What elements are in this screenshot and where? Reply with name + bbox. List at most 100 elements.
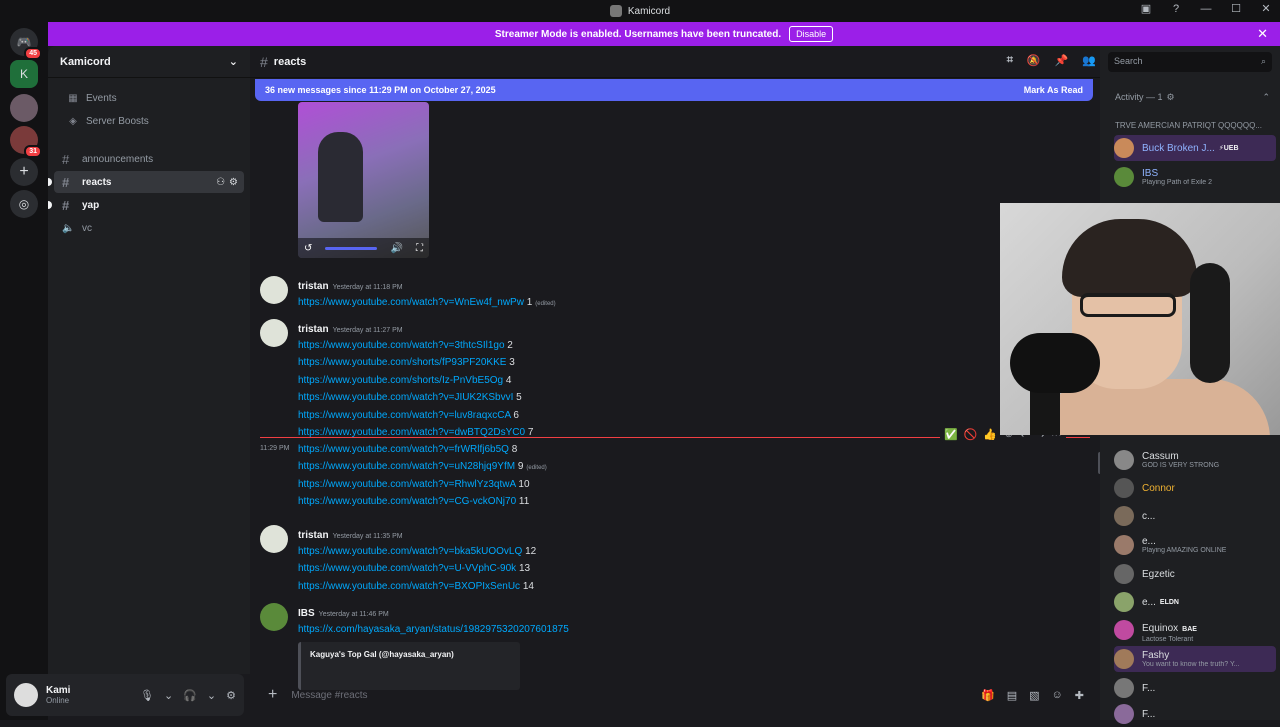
timestamp: Yesterday at 11:27 PM: [332, 327, 403, 334]
link[interactable]: https://www.youtube.com/watch?v=U-VVphC-…: [298, 563, 516, 574]
microphone-icon[interactable]: 🎙: [140, 689, 154, 702]
inbox-icon[interactable]: ▣: [1138, 2, 1154, 15]
user-panel: Kami Online 🎙 ⌄ 🎧 ⌄ ⚙: [6, 674, 244, 716]
avatar[interactable]: [260, 525, 288, 553]
maximize-button[interactable]: ☐: [1228, 2, 1244, 15]
mark-read-button[interactable]: Mark As Read: [1024, 85, 1083, 95]
replay-icon[interactable]: ↺: [304, 243, 312, 254]
members-icon[interactable]: 👥: [1082, 54, 1096, 67]
close-window-button[interactable]: ✕: [1258, 2, 1274, 15]
prohibited-icon[interactable]: 🚫: [964, 428, 978, 441]
video-attachment[interactable]: ↺ 🔊 ⛶: [298, 102, 429, 258]
invite-icon[interactable]: ⚇: [216, 177, 225, 188]
avatar[interactable]: [14, 683, 38, 707]
link[interactable]: https://x.com/hayasaka_aryan/status/1982…: [298, 624, 569, 635]
avatar[interactable]: [260, 603, 288, 631]
gif-icon[interactable]: ▤: [1007, 689, 1017, 702]
add-attachment-icon[interactable]: +: [268, 686, 277, 704]
avatar[interactable]: [260, 276, 288, 304]
channel-announcements[interactable]: # announcements: [54, 148, 244, 170]
channel-yap[interactable]: # yap: [48, 194, 244, 216]
threads-icon[interactable]: ⌗: [1007, 54, 1013, 67]
unread-indicator: [48, 178, 52, 186]
emoji-icon[interactable]: ☺: [1052, 689, 1063, 702]
link[interactable]: https://www.youtube.com/watch?v=CG-vckON…: [298, 496, 516, 507]
chevron-down-icon[interactable]: ⌄: [164, 689, 173, 702]
gear-icon[interactable]: ⚙: [226, 689, 236, 702]
progress-slider[interactable]: [325, 246, 378, 250]
help-icon[interactable]: ?: [1168, 3, 1184, 15]
gift-icon[interactable]: 🎁: [981, 689, 995, 702]
member-item[interactable]: e... Playing AMAZING ONLINE: [1114, 532, 1276, 558]
link[interactable]: https://www.youtube.com/watch?v=uN28hjq9…: [298, 461, 515, 472]
message-group: tristan Yesterday at 11:27 PM https://www…: [260, 319, 1060, 441]
link[interactable]: https://www.youtube.com/shorts/fP93PF20K…: [298, 357, 506, 368]
dm-badge: 45: [24, 47, 42, 60]
author-name[interactable]: IBS: [298, 608, 315, 619]
gear-icon[interactable]: ⚙: [229, 177, 238, 188]
channel-vc[interactable]: 🔈 vc: [54, 217, 244, 239]
chevron-down-icon[interactable]: ⌄: [207, 689, 216, 702]
member-item[interactable]: Cassum GOD IS VERY STRONG: [1114, 447, 1276, 473]
new-messages-bar[interactable]: 36 new messages since 11:29 PM on Octobe…: [255, 79, 1093, 101]
message-line: https://www.youtube.com/watch?v=JIUK2KSb…: [298, 389, 1060, 406]
server-icon-2[interactable]: [10, 94, 38, 122]
server-icon-1[interactable]: K: [10, 60, 38, 88]
link[interactable]: https://www.youtube.com/watch?v=frWRlfj6…: [298, 444, 509, 455]
member-item[interactable]: Buck Broken J... ⚡UEB: [1114, 135, 1276, 161]
member-item[interactable]: IBS Playing Path of Exile 2: [1114, 164, 1276, 190]
activity-header[interactable]: Activity — 1 ⚙: [1115, 92, 1175, 103]
member-item[interactable]: Egzetic: [1114, 561, 1276, 587]
member-item[interactable]: c...: [1114, 503, 1276, 529]
close-icon[interactable]: ✕: [1257, 26, 1268, 42]
minimize-button[interactable]: —: [1198, 3, 1214, 15]
side-timestamp: 11:29 PM: [260, 445, 290, 452]
search-input[interactable]: Search ⌕: [1108, 52, 1272, 72]
headphones-icon[interactable]: 🎧: [183, 689, 197, 702]
link[interactable]: https://www.youtube.com/watch?v=RhwlYz3q…: [298, 479, 516, 490]
member-item[interactable]: Fashy You want to know the truth? Y...: [1114, 646, 1276, 672]
activity-label: Activity — 1: [1115, 92, 1163, 102]
link[interactable]: https://www.youtube.com/watch?v=bka5kUOO…: [298, 546, 522, 557]
avatar[interactable]: [260, 319, 288, 347]
member-item[interactable]: F...: [1114, 675, 1276, 701]
author-name[interactable]: tristan: [298, 530, 329, 541]
events-item[interactable]: ▦ Events: [54, 87, 244, 109]
server-header[interactable]: Kamicord ⌄: [48, 46, 250, 78]
avatar: [1114, 649, 1134, 669]
apps-icon[interactable]: ✚: [1075, 689, 1084, 702]
message-input[interactable]: Message #reacts: [291, 690, 367, 701]
username: Kami: [46, 685, 71, 696]
home-button[interactable]: 🎮 45: [10, 28, 42, 60]
member-item[interactable]: Connor: [1114, 475, 1276, 501]
discover-icon[interactable]: ◎: [10, 190, 38, 218]
channel-label: yap: [82, 199, 100, 211]
volume-icon[interactable]: 🔊: [390, 243, 402, 254]
link[interactable]: https://www.youtube.com/shorts/Iz-PnVbE5…: [298, 375, 503, 386]
message-composer[interactable]: + Message #reacts 🎁 ▤ ▧ ☺ ✚: [260, 680, 1092, 710]
author-name[interactable]: tristan: [298, 281, 329, 292]
mute-icon[interactable]: 🔕: [1027, 54, 1041, 67]
link[interactable]: https://www.youtube.com/watch?v=JIUK2KSb…: [298, 392, 513, 403]
timestamp: Yesterday at 11:46 PM: [318, 611, 389, 618]
pin-icon[interactable]: 📌: [1055, 54, 1069, 67]
link[interactable]: https://www.youtube.com/watch?v=luv8raqx…: [298, 410, 511, 421]
channel-reacts[interactable]: # reacts ⚇ ⚙: [48, 171, 244, 193]
link[interactable]: https://www.youtube.com/watch?v=BXOPIxSe…: [298, 581, 520, 592]
link[interactable]: https://www.youtube.com/watch?v=3thtcSIl…: [298, 340, 505, 351]
channel-label: announcements: [82, 153, 154, 165]
fullscreen-icon[interactable]: ⛶: [416, 243, 423, 254]
author-name[interactable]: tristan: [298, 324, 329, 335]
member-item[interactable]: e... ELDN: [1114, 589, 1276, 615]
member-item[interactable]: Equinox BAE Lactose Tolerant: [1114, 617, 1276, 643]
link[interactable]: https://www.youtube.com/watch?v=WnEw4f_n…: [298, 297, 524, 308]
thumbs-up-icon[interactable]: 👍: [983, 428, 997, 441]
sticker-icon[interactable]: ▧: [1029, 689, 1039, 702]
check-icon[interactable]: ✅: [944, 428, 958, 441]
chevron-up-icon[interactable]: ⌃: [1262, 92, 1270, 103]
boosts-item[interactable]: ◈ Server Boosts: [54, 110, 244, 132]
server-icon-3[interactable]: 31: [10, 126, 42, 158]
disable-button[interactable]: Disable: [789, 26, 834, 42]
member-item[interactable]: F...: [1114, 701, 1276, 727]
add-server-button[interactable]: +: [10, 158, 38, 186]
